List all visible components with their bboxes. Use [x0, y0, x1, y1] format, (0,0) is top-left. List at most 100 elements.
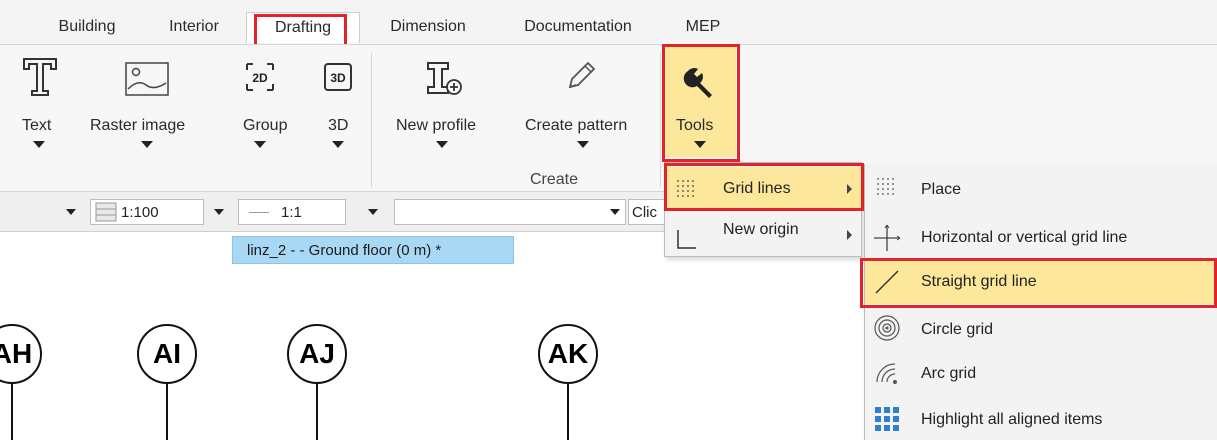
menu-item-label: Arc grid — [921, 365, 977, 382]
grid-bubble: AK — [538, 324, 598, 384]
submenu-item-place[interactable]: Place — [865, 168, 1217, 212]
create-pattern-button[interactable] — [562, 59, 598, 95]
crosshair-icon — [874, 224, 901, 251]
group-label: Group — [243, 117, 288, 134]
grid-bubble-label: AH — [0, 338, 33, 369]
grid-lines-submenu: Place Horizontal or vertical grid line S… — [864, 164, 1217, 440]
scale-dropdown[interactable]: 1:100 — [90, 199, 204, 225]
submenu-item-straight-grid-line[interactable]: Straight grid line — [865, 260, 1217, 304]
menu-item-new-origin[interactable]: New origin — [665, 215, 861, 255]
concentric-circles-icon — [874, 315, 900, 341]
submenu-arrow-icon — [847, 230, 852, 240]
group-dropdown-caret[interactable] — [254, 141, 266, 148]
properties-text-field[interactable] — [394, 199, 626, 225]
line-sample-icon — [249, 211, 269, 213]
ratio-dropdown-arrow[interactable] — [368, 209, 378, 215]
document-tab[interactable]: linz_2 - - Ground floor (0 m) * — [232, 236, 514, 264]
text-dropdown-caret[interactable] — [33, 141, 45, 148]
diagonal-line-icon — [875, 270, 899, 294]
blue-grid-icon — [875, 407, 899, 431]
grid-line — [316, 384, 318, 440]
menu-item-label: Straight grid line — [921, 273, 1037, 290]
new-profile-dropdown-caret[interactable] — [436, 141, 448, 148]
group-2d-icon-text: 2D — [252, 71, 268, 85]
dotted-grid-icon — [877, 178, 894, 195]
grid-line — [166, 384, 168, 440]
grid-bubble: AH — [0, 324, 42, 384]
text-field-dropdown-arrow[interactable] — [610, 209, 620, 215]
wrench-icon — [683, 68, 712, 98]
3d-label: 3D — [328, 117, 349, 134]
ratio-dropdown[interactable]: 1:1 — [238, 199, 346, 225]
document-tab-label: linz_2 - - Ground floor (0 m) * — [247, 241, 442, 259]
grid-bubble-label: AK — [547, 338, 589, 369]
ribbon-group-divider — [660, 53, 661, 187]
text-label: Text — [22, 117, 52, 134]
3d-button[interactable]: 3D — [322, 61, 354, 93]
submenu-item-arc-grid[interactable]: Arc grid — [865, 352, 1217, 396]
ratio-value: 1:1 — [281, 203, 302, 221]
raster-image-label: Raster image — [90, 117, 186, 134]
grid-bubble: AJ — [287, 324, 347, 384]
submenu-item-circle-grid[interactable]: Circle grid — [865, 308, 1217, 352]
3d-icon-text: 3D — [330, 71, 346, 85]
tab-building[interactable]: Building — [38, 12, 136, 42]
menu-item-grid-lines[interactable]: Grid lines — [665, 167, 861, 211]
scale-icon — [95, 202, 117, 222]
new-profile-button[interactable] — [424, 57, 464, 97]
grid-bubble: AI — [137, 324, 197, 384]
submenu-arrow-icon — [847, 184, 852, 194]
submenu-item-horizontal-vertical[interactable]: Horizontal or vertical grid line — [865, 216, 1217, 260]
menu-item-label: Grid lines — [723, 180, 791, 197]
grid-bubble-label: AI — [153, 338, 181, 369]
group-2d-icon: 2D — [246, 63, 274, 91]
scale-dropdown-arrow[interactable] — [214, 209, 224, 215]
image-icon — [125, 62, 169, 96]
text-icon — [23, 58, 57, 96]
menu-item-label: New origin — [723, 221, 799, 238]
3d-icon: 3D — [324, 63, 352, 91]
raster-image-dropdown-caret[interactable] — [141, 141, 153, 148]
tab-documentation[interactable]: Documentation — [500, 12, 656, 42]
tab-label: Dimension — [390, 18, 466, 35]
pencil-icon — [568, 61, 596, 89]
arc-grid-icon — [876, 363, 897, 384]
menu-item-label: Circle grid — [921, 321, 994, 338]
grid-bubble-label: AJ — [299, 338, 335, 369]
tab-interior[interactable]: Interior — [146, 12, 242, 42]
origin-axes-icon — [677, 230, 696, 249]
scale-value: 1:100 — [121, 203, 159, 221]
ribbon-tab-strip: Building Interior Drafting Dimension Doc… — [0, 0, 1217, 44]
tab-label: Building — [58, 18, 116, 35]
create-pattern-label: Create pattern — [525, 117, 628, 134]
tab-label: Interior — [169, 18, 219, 35]
submenu-item-highlight-aligned[interactable]: Highlight all aligned items — [865, 400, 1217, 440]
tools-button[interactable]: Tools — [664, 47, 736, 157]
grid-line — [567, 384, 569, 440]
3d-dropdown-caret[interactable] — [332, 141, 344, 148]
click-field-text: Clic — [632, 203, 657, 221]
new-profile-icon — [427, 62, 462, 95]
tab-mep[interactable]: MEP — [668, 12, 738, 42]
raster-image-button[interactable] — [124, 59, 170, 99]
text-tool-button[interactable] — [18, 53, 62, 97]
menu-item-label: Highlight all aligned items — [921, 411, 1103, 428]
tab-dimension[interactable]: Dimension — [370, 12, 486, 42]
properties-toolbar: 1:100 1:1 Clic — [0, 192, 680, 232]
create-pattern-dropdown-caret[interactable] — [577, 141, 589, 148]
tab-drafting[interactable]: Drafting — [246, 12, 360, 43]
layer-dropdown-arrow[interactable] — [66, 209, 76, 215]
menu-item-label: Place — [921, 181, 962, 198]
tab-label: Documentation — [524, 18, 632, 35]
group-button[interactable]: 2D — [244, 61, 276, 93]
tools-dropdown-caret[interactable] — [694, 141, 706, 148]
tools-menu: Grid lines New origin — [664, 162, 862, 257]
new-profile-label: New profile — [396, 117, 477, 134]
ribbon-group-label: Create — [530, 171, 579, 188]
tab-label: MEP — [685, 18, 721, 35]
grid-line — [11, 384, 13, 440]
dotted-grid-icon — [677, 180, 694, 197]
ribbon-group-divider — [371, 53, 372, 187]
tools-label: Tools — [676, 117, 714, 134]
tab-label: Drafting — [274, 19, 332, 36]
